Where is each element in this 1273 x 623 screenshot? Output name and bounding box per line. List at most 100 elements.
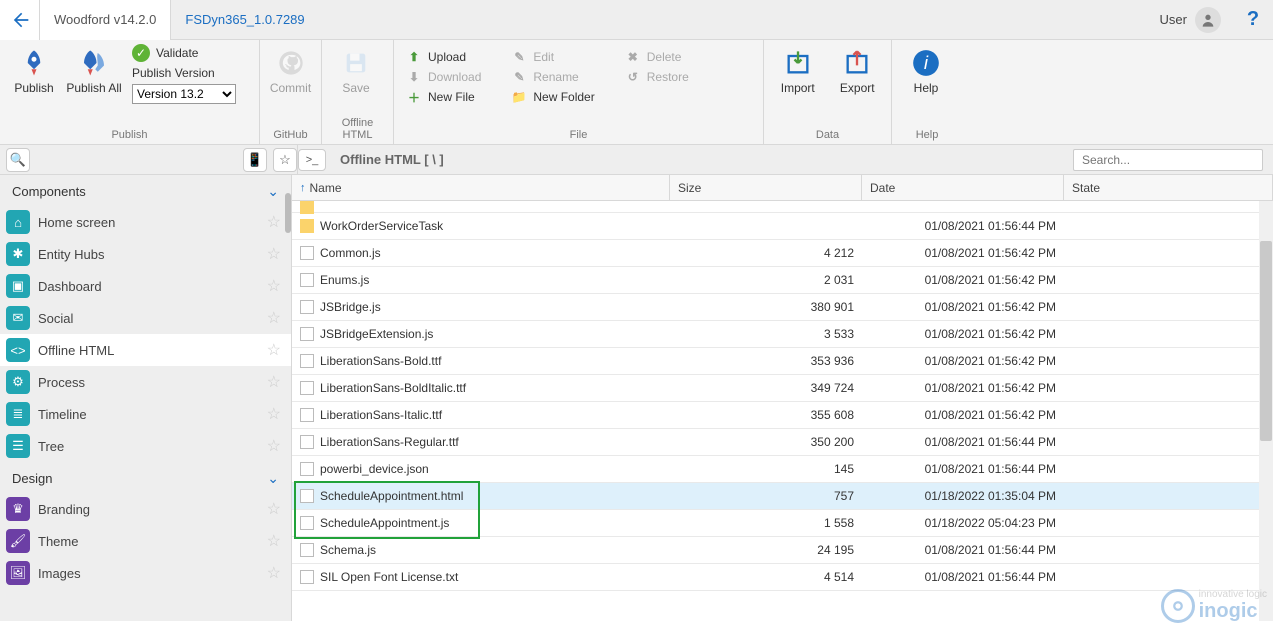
publish-all-button[interactable]: Publish All: [66, 44, 122, 95]
import-button[interactable]: Import: [770, 44, 826, 95]
section-components[interactable]: Components ⌄: [0, 175, 291, 206]
file-icon: [300, 543, 314, 557]
path-label: Offline HTML [ \ ]: [330, 152, 454, 167]
table-row[interactable]: LiberationSans-Italic.ttf355 60801/08/20…: [292, 402, 1273, 429]
validate-button[interactable]: ✓ Validate: [132, 44, 198, 62]
file-size: 757: [834, 489, 854, 503]
folder-icon: [300, 219, 314, 233]
table-row[interactable]: Schema.js24 19501/08/2021 01:56:44 PM: [292, 537, 1273, 564]
sidebar-item-images[interactable]: 🖼Images☆: [0, 557, 291, 589]
ribbon: Publish Publish All ✓ Validate Publish V…: [0, 40, 1273, 145]
file-name: Schema.js: [320, 543, 376, 557]
help-button[interactable]: ?: [1233, 8, 1273, 31]
file-icon: [300, 246, 314, 260]
user-avatar-icon: [1195, 7, 1221, 33]
sidebar-item-process[interactable]: ⚙Process☆: [0, 366, 291, 398]
file-icon: [300, 327, 314, 341]
sidebar-item-home-screen[interactable]: ⌂Home screen☆: [0, 206, 291, 238]
plus-icon: ＋: [406, 89, 422, 105]
project-link[interactable]: FSDyn365_1.0.7289: [171, 12, 318, 27]
star-icon: ☆: [267, 212, 281, 232]
table-row[interactable]: ScheduleAppointment.html 757 01/18/2022 01…: [292, 483, 1273, 510]
validate-label: Validate: [156, 46, 198, 60]
column-date[interactable]: Date: [862, 175, 1064, 200]
file-date: 01/08/2021 01:56:44 PM: [925, 543, 1056, 557]
check-icon: ✓: [132, 44, 150, 62]
export-icon: [840, 46, 874, 80]
sidebar-item-tree[interactable]: ☰Tree☆: [0, 430, 291, 462]
file-icon: [300, 489, 314, 503]
table-row[interactable]: ScheduleAppointment.js1 55801/18/2022 05…: [292, 510, 1273, 537]
table-row[interactable]: [292, 201, 1273, 213]
import-icon: [781, 46, 815, 80]
table-row[interactable]: JSBridge.js380 90101/08/2021 01:56:42 PM: [292, 294, 1273, 321]
file-date: 01/08/2021 01:56:44 PM: [925, 435, 1056, 449]
file-name: JSBridgeExtension.js: [320, 327, 433, 341]
file-date: 01/08/2021 01:56:42 PM: [925, 273, 1056, 287]
column-size[interactable]: Size: [670, 175, 862, 200]
table-row[interactable]: WorkOrderServiceTask01/08/2021 01:56:44 …: [292, 213, 1273, 240]
column-name[interactable]: ↑Name: [292, 175, 670, 200]
publish-all-label: Publish All: [66, 81, 121, 95]
commit-label: Commit: [270, 81, 311, 95]
sidebar-item-label: Home screen: [38, 215, 115, 230]
sidebar-item-label: Timeline: [38, 407, 87, 422]
device-button[interactable]: 📱: [243, 148, 267, 172]
rocket-icon: [17, 46, 51, 80]
version-select[interactable]: Version 13.2: [132, 84, 236, 104]
new-file-button[interactable]: ＋New File: [400, 88, 487, 106]
new-folder-button[interactable]: 📁New Folder: [505, 88, 600, 106]
sidebar-item-offline-html[interactable]: <>Offline HTML☆: [0, 334, 291, 366]
file-date: 01/08/2021 01:56:42 PM: [925, 408, 1056, 422]
sidebar-item-label: Offline HTML: [38, 343, 114, 358]
user-label: User: [1160, 12, 1187, 27]
terminal-button[interactable]: >_: [298, 149, 326, 171]
sidebar-item-timeline[interactable]: ≣Timeline☆: [0, 398, 291, 430]
publish-button[interactable]: Publish: [6, 44, 62, 95]
file-date: 01/18/2022 01:35:04 PM: [925, 489, 1056, 503]
user-area[interactable]: User: [1148, 7, 1233, 33]
star-icon: ☆: [279, 152, 291, 168]
table-row[interactable]: LiberationSans-Regular.ttf350 20001/08/2…: [292, 429, 1273, 456]
info-icon: i: [909, 46, 943, 80]
sidebar-item-entity-hubs[interactable]: ✱Entity Hubs☆: [0, 238, 291, 270]
table-row[interactable]: LiberationSans-Bold.ttf353 93601/08/2021…: [292, 348, 1273, 375]
help-ribbon-button[interactable]: i Help: [898, 44, 954, 95]
sidebar: Components ⌄ ⌂Home screen☆✱Entity Hubs☆▣…: [0, 175, 292, 621]
sidebar-item-dashboard[interactable]: ▣Dashboard☆: [0, 270, 291, 302]
file-name: ScheduleAppointment.js: [320, 516, 449, 530]
brand-icon: ♛: [6, 497, 30, 521]
save-icon: [339, 46, 373, 80]
publish-label: Publish: [14, 81, 53, 95]
column-state[interactable]: State: [1064, 175, 1273, 200]
file-icon: [300, 435, 314, 449]
file-pane: ↑Name Size Date State WorkOrderServiceTa…: [292, 175, 1273, 621]
search-toggle-button[interactable]: 🔍: [6, 148, 30, 172]
sidebar-item-label: Dashboard: [38, 279, 102, 294]
upload-button[interactable]: ⬆Upload: [400, 48, 487, 66]
chevron-down-icon: ⌄: [267, 470, 279, 487]
table-row[interactable]: SIL Open Font License.txt4 51401/08/2021…: [292, 564, 1273, 591]
file-name: SIL Open Font License.txt: [320, 570, 458, 584]
table-row[interactable]: powerbi_device.json14501/08/2021 01:56:4…: [292, 456, 1273, 483]
restore-button: ↺Restore: [619, 68, 695, 86]
group-label-file: File: [400, 127, 757, 144]
section-design[interactable]: Design ⌄: [0, 462, 291, 493]
search-input[interactable]: [1073, 149, 1263, 171]
table-row[interactable]: JSBridgeExtension.js3 53301/08/2021 01:5…: [292, 321, 1273, 348]
sidebar-item-branding[interactable]: ♛Branding☆: [0, 493, 291, 525]
favorite-button[interactable]: ☆: [273, 148, 297, 172]
file-name: ScheduleAppointment.html: [320, 489, 463, 503]
table-row[interactable]: Enums.js2 03101/08/2021 01:56:42 PM: [292, 267, 1273, 294]
sidebar-item-theme[interactable]: 🖌Theme☆: [0, 525, 291, 557]
sidebar-scrollbar[interactable]: [285, 175, 291, 621]
vertical-scrollbar[interactable]: [1259, 201, 1273, 621]
export-button[interactable]: Export: [830, 44, 886, 95]
file-name: JSBridge.js: [320, 300, 381, 314]
table-row[interactable]: LiberationSans-BoldItalic.ttf349 72401/0…: [292, 375, 1273, 402]
file-date: 01/08/2021 01:56:44 PM: [925, 462, 1056, 476]
back-button[interactable]: [0, 0, 40, 40]
group-label-github: GitHub: [266, 127, 315, 144]
table-row[interactable]: Common.js4 21201/08/2021 01:56:42 PM: [292, 240, 1273, 267]
sidebar-item-social[interactable]: ✉Social☆: [0, 302, 291, 334]
